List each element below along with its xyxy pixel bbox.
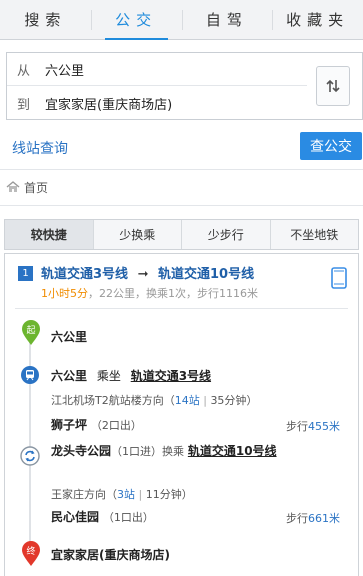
plan-time: 1小时5分 <box>41 287 88 300</box>
alight-row-1: 狮子坪 （2口出） <box>51 416 142 433</box>
divider <box>15 308 348 309</box>
alight-station-1: 狮子坪 <box>51 418 88 432</box>
to-row[interactable]: 到 宜家家居(重庆商场店) <box>7 87 307 120</box>
from-row[interactable]: 从 六公里 <box>7 53 307 86</box>
transfer-stops: 3站 <box>117 488 135 501</box>
board-verb: 乘坐 <box>96 369 121 383</box>
board-line-link[interactable]: 轨道交通3号线 <box>131 369 211 383</box>
plan-meta: 1小时5分，22公里，换乘1次，步行1116米 <box>41 285 258 301</box>
line-station-query-link[interactable]: 线站查询 <box>12 138 68 158</box>
svg-text:起: 起 <box>26 325 35 336</box>
plan-summary: ，22公里，换乘1次，步行1116米 <box>88 287 258 300</box>
sort-less-walking[interactable]: 少步行 <box>182 220 271 249</box>
breadcrumb-home[interactable]: 首页 <box>24 179 48 196</box>
transfer-direction-row: 王家庄方向（3站 | 11分钟） <box>51 486 193 502</box>
walk-info-1: 步行455米 <box>286 418 340 434</box>
end-pin-icon: 终 <box>22 541 40 566</box>
paren: （ <box>163 394 175 407</box>
transfer-entry: （1口进）换乘 <box>111 445 185 458</box>
phone-icon[interactable] <box>331 267 347 289</box>
start-pin-icon: 起 <box>22 320 40 345</box>
home-icon <box>6 181 20 192</box>
walk-label: 步行 <box>286 420 308 433</box>
board-minutes: 35分钟 <box>210 394 247 407</box>
walk-label: 步行 <box>286 512 308 525</box>
walk-distance-1: 455米 <box>308 420 340 433</box>
plan-arrow: ➞ <box>137 267 149 282</box>
alight-row-2: 民心佳园 （1口出） <box>51 508 154 525</box>
separator: | <box>138 488 143 501</box>
tab-drive[interactable]: 自驾 <box>181 0 273 39</box>
paren: ） <box>246 394 258 407</box>
swap-arrows-icon <box>326 79 340 93</box>
walk-distance-2: 661米 <box>308 512 340 525</box>
plan-title[interactable]: 轨道交通3号线 ➞ 轨道交通10号线 <box>41 263 254 282</box>
transfer-direction: 王家庄方向 <box>51 488 106 501</box>
top-tabs: 搜索 公交 自驾 收藏夹 <box>0 0 363 40</box>
board-direction: 江北机场T2航站楼方向 <box>51 394 164 407</box>
svg-text:终: 终 <box>26 545 35 557</box>
transfer-minutes: 11分钟 <box>145 488 182 501</box>
sort-tabs: 较快捷 少换乘 少步行 不坐地铁 <box>4 219 359 250</box>
paren: （ <box>106 488 117 501</box>
transfer-step: 龙头寺公园（1口进）换乘 轨道交通10号线 <box>51 442 281 461</box>
plan-number: 1 <box>18 266 33 281</box>
search-bus-button[interactable]: 查公交 <box>300 132 362 160</box>
breadcrumb: 首页 <box>6 178 48 196</box>
tab-bus[interactable]: 公交 <box>90 0 182 40</box>
plan-line2: 轨道交通10号线 <box>158 267 255 282</box>
sort-no-subway[interactable]: 不坐地铁 <box>271 220 359 249</box>
from-label: 从 <box>17 63 31 79</box>
alight-station-2: 民心佳园 <box>51 510 100 524</box>
board-direction-row: 江北机场T2航站楼方向（14站 | 35分钟） <box>51 392 257 408</box>
divider <box>0 205 363 206</box>
alight-exit-2: （1口出） <box>102 511 154 524</box>
route-input-box: 从 六公里 到 宜家家居(重庆商场店) <box>6 52 363 120</box>
subway-icon <box>21 366 39 384</box>
route-plan: 1 轨道交通3号线 ➞ 轨道交通10号线 1小时5分，22公里，换乘1次，步行1… <box>4 253 359 576</box>
transfer-station: 龙头寺公园 <box>51 444 112 458</box>
tab-favorites[interactable]: 收藏夹 <box>272 0 363 39</box>
walk-info-2: 步行661米 <box>286 510 340 526</box>
board-stops: 14站 <box>174 394 200 407</box>
board-station: 六公里 <box>51 369 88 383</box>
sort-fewer-transfers[interactable]: 少换乘 <box>94 220 182 249</box>
from-input[interactable]: 六公里 <box>45 60 84 79</box>
divider <box>0 169 363 170</box>
board-step: 六公里 乘坐 轨道交通3号线 <box>51 367 211 384</box>
swap-button[interactable] <box>316 66 350 106</box>
end-station: 宜家家居(重庆商场店) <box>51 548 170 562</box>
transfer-line-link[interactable]: 轨道交通10号线 <box>188 444 277 458</box>
start-station: 六公里 <box>51 330 88 344</box>
to-input[interactable]: 宜家家居(重庆商场店) <box>45 94 172 113</box>
paren: ） <box>181 488 193 501</box>
alight-exit-1: （2口出） <box>90 419 142 432</box>
tab-search[interactable]: 搜索 <box>0 0 91 39</box>
transfer-icon <box>20 446 40 466</box>
plan-line1: 轨道交通3号线 <box>41 267 129 282</box>
to-label: 到 <box>17 98 31 113</box>
sort-fastest[interactable]: 较快捷 <box>5 220 94 249</box>
separator: | <box>203 394 207 407</box>
